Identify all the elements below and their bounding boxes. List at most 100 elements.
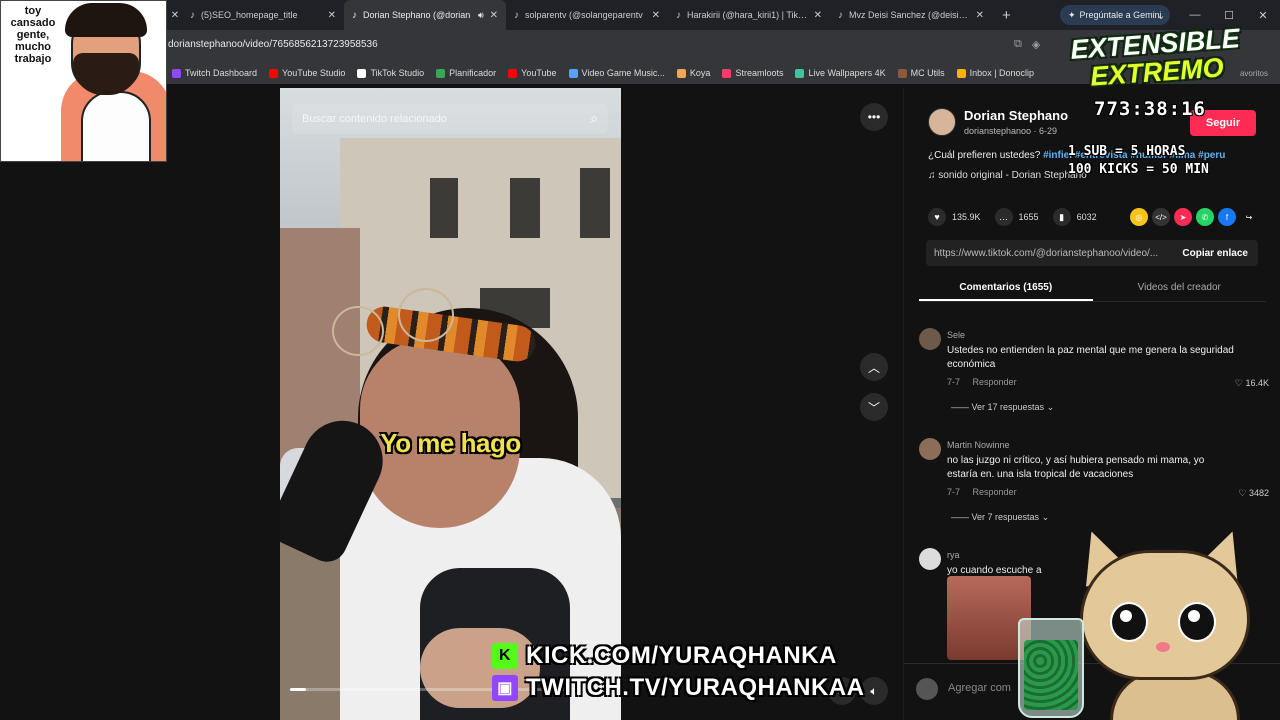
chevron-down-icon: ⌄ — [1041, 512, 1050, 522]
bookmark-item[interactable]: Twitch Dashboard — [172, 68, 257, 78]
comment-likes[interactable]: ♡ 3482 — [1238, 488, 1269, 499]
close-icon[interactable]: ✕ — [976, 10, 984, 21]
sound-info[interactable]: ♫ sonido original - Dorian Stephano — [928, 170, 1087, 181]
creator-name[interactable]: Dorian Stephano — [964, 108, 1068, 123]
browser-tab[interactable]: ♪ solparentv (@solangeparentv ✕ — [506, 0, 668, 30]
bookmark-icon — [172, 68, 181, 78]
cartoon-note: toy cansado gente, mucho trabajo — [10, 5, 56, 65]
related-search-input[interactable]: Buscar contenido relacionado ⌕ — [292, 104, 608, 134]
subathon-rule: 1 SUB = 5 HORAS — [1068, 144, 1186, 159]
bookmark-item[interactable]: Live Wallpapers 4K — [795, 68, 886, 78]
add-comment-input[interactable]: Agregar com — [948, 682, 1011, 694]
bookmark-label: YouTube — [521, 68, 557, 78]
bookmark-item[interactable]: Inbox | Donoclip — [956, 68, 1034, 78]
tab-title: Mvz Deisi Sanchez (@deisialei — [849, 10, 970, 20]
heart-outline-icon: ♡ — [1234, 378, 1243, 388]
view-replies-button[interactable]: —— Ver 7 respuestas ⌄ — [951, 512, 1049, 523]
cup-contents — [1024, 640, 1078, 710]
twitch-link: ▣ TWITCH.TV/YURAQHANKAA — [492, 672, 864, 704]
cat-eye — [1178, 602, 1216, 642]
comment-like-count: 16.4K — [1245, 378, 1269, 388]
comment-user[interactable]: Sele — [947, 330, 965, 340]
tab-close-icon[interactable]: ✕ — [168, 0, 182, 30]
bookmark-item[interactable]: YouTube Studio — [269, 68, 345, 78]
tab-creator-videos[interactable]: Videos del creador — [1093, 276, 1267, 301]
subathon-timer: 773:38:16 — [1094, 98, 1206, 120]
share-link[interactable]: https://www.tiktok.com/@dorianstephanoo/… — [926, 248, 1172, 259]
bookmark-label: Live Wallpapers 4K — [808, 68, 886, 78]
comment-count: 1655 — [1018, 212, 1039, 222]
comment-user[interactable]: rya — [947, 550, 960, 560]
browser-tab[interactable]: ♪ Harakirii (@hara_kirii1) | TikTok ✕ — [668, 0, 830, 30]
divider: —— — [951, 512, 969, 522]
view-replies-button[interactable]: —— Ver 17 respuestas ⌄ — [951, 402, 1054, 413]
bookmark-icon — [357, 68, 367, 78]
bookmark-icon[interactable]: ▮ — [1052, 208, 1071, 226]
music-note-icon: ♫ — [928, 170, 936, 181]
bookmark-item[interactable]: Video Game Music... — [568, 68, 665, 78]
avatar[interactable] — [919, 548, 941, 570]
chevron-up-icon[interactable]: ︿ — [860, 353, 888, 381]
kick-link: K KICK.COM/YURAQHANKA — [492, 640, 864, 672]
comment-likes[interactable]: ♡ 16.4K — [1235, 378, 1269, 389]
more-options-icon[interactable]: ••• — [860, 103, 888, 131]
bookmark-icon — [795, 68, 805, 78]
close-icon[interactable]: ✕ — [814, 10, 822, 21]
bookmark-item[interactable]: MC Utils — [897, 68, 945, 78]
comment-item: Sele Ustedes no entienden la paz mental … — [919, 328, 1269, 418]
like-count: 135.9K — [952, 212, 981, 222]
bookmark-label: Twitch Dashboard — [185, 68, 258, 78]
tab-comments[interactable]: Comentarios (1655) — [919, 276, 1093, 301]
browser-tab[interactable]: ♪ Mvz Deisi Sanchez (@deisialei ✕ — [830, 0, 992, 30]
translate-icon[interactable]: ⧉ — [1014, 38, 1022, 51]
close-icon[interactable]: ✕ — [652, 10, 660, 21]
video-player[interactable]: Buscar contenido relacionado ⌕ Yo me hag… — [280, 88, 621, 720]
bookmark-item[interactable]: YouTube — [508, 68, 557, 78]
avatar[interactable] — [919, 328, 941, 350]
bookmark-icon — [897, 68, 907, 78]
view-replies-label: Ver 7 respuestas — [971, 512, 1040, 522]
save-count: 6032 — [1076, 212, 1097, 222]
cartoon-shirt — [81, 91, 151, 161]
close-icon[interactable]: ✕ — [490, 10, 498, 21]
bookmark-item[interactable]: Planificador — [436, 68, 496, 78]
browser-tab-active[interactable]: ♪ Dorian Stephano (@dorian 🔊︎ ✕ — [344, 0, 506, 30]
comment-icon[interactable]: … — [994, 208, 1013, 226]
cartoon-hair — [65, 3, 147, 37]
browser-tab[interactable]: ♪ (5)SEO_homepage_title ✕ — [182, 0, 344, 30]
speaker-icon[interactable]: 🔊︎ — [478, 10, 484, 21]
coin-icon[interactable]: ◎ — [1130, 208, 1148, 226]
description-text: ¿Cuál prefieren ustedes? — [928, 150, 1041, 161]
extension-icon[interactable]: ◈ — [1032, 38, 1040, 51]
comment-like-count: 3482 — [1248, 488, 1269, 498]
chevron-down-icon[interactable]: ⌄ — [1144, 0, 1178, 30]
comment-meta: 7-7 Responder — [947, 377, 1017, 387]
whatsapp-icon[interactable]: ✆ — [1196, 208, 1214, 226]
tiktok-icon: ♪ — [838, 9, 843, 21]
new-tab-button[interactable]: + — [992, 7, 1021, 24]
reply-button[interactable]: Responder — [973, 377, 1017, 387]
copy-link-button[interactable]: Copiar enlace — [1172, 248, 1258, 259]
share-icon[interactable]: ↪ — [1240, 208, 1258, 226]
heart-outline-icon: ♡ — [1238, 488, 1247, 498]
video-frame-glasses — [398, 288, 454, 342]
bookmark-item[interactable]: Streamloots — [722, 68, 783, 78]
send-icon[interactable]: ➤ — [1174, 208, 1192, 226]
close-icon[interactable]: ✕ — [328, 10, 336, 21]
tiktok-icon: ♪ — [190, 9, 195, 21]
reply-button[interactable]: Responder — [973, 487, 1017, 497]
facebook-icon[interactable]: f — [1218, 208, 1236, 226]
twitch-logo-icon: ▣ — [492, 675, 518, 701]
bookmark-icon — [722, 68, 732, 78]
subathon-rule: 100 KICKS = 50 MIN — [1068, 162, 1209, 177]
bookmark-item[interactable]: Koya — [676, 68, 710, 78]
comment-user[interactable]: Martin Nowinne — [947, 440, 1010, 450]
creator-avatar[interactable] — [928, 108, 956, 136]
avatar[interactable] — [919, 438, 941, 460]
embed-icon[interactable]: </> — [1152, 208, 1170, 226]
chevron-down-icon[interactable]: ﹀ — [860, 393, 888, 421]
bookmark-item[interactable]: TikTok Studio — [357, 68, 424, 78]
url-field[interactable]: dorianstephanoo/video/765685621372395853… — [168, 39, 378, 50]
search-icon[interactable]: ⌕ — [590, 110, 598, 127]
heart-icon[interactable]: ♥ — [928, 208, 946, 226]
